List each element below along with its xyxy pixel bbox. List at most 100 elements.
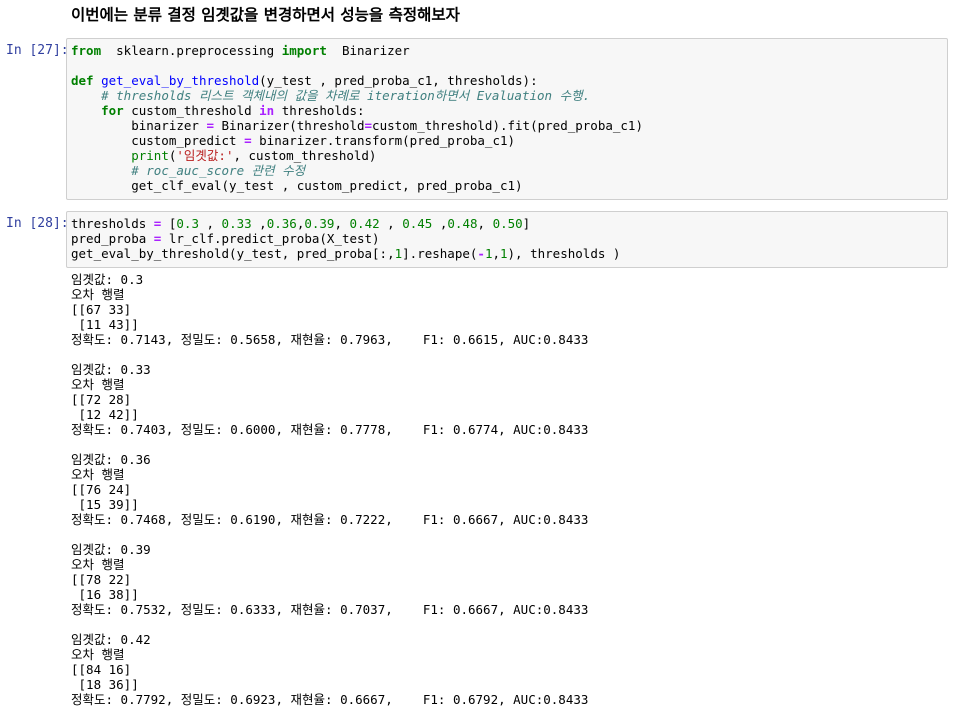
- output-threshold-line: 임곗값: 0.42: [71, 632, 151, 647]
- code-token: ,: [477, 216, 493, 231]
- code-token: 0.50: [492, 216, 523, 231]
- code-line: custom_predict = binarizer.transform(pre…: [71, 133, 943, 148]
- output-matrix-title: 오차 행렬: [71, 647, 125, 662]
- code-token: ,: [492, 246, 500, 261]
- code-token: sklearn.preprocessing: [101, 43, 282, 58]
- code-token: =: [364, 118, 373, 133]
- output-row2: [12 42]]: [71, 407, 139, 422]
- output-row1: [[84 16]: [71, 662, 132, 677]
- code-editor-28[interactable]: thresholds = [0.3 , 0.33 ,0.36,0.39, 0.4…: [67, 212, 947, 265]
- code-token: for: [101, 103, 124, 118]
- output-matrix-title: 오차 행렬: [71, 467, 125, 482]
- code-token: def: [71, 73, 94, 88]
- output-row2: [15 39]]: [71, 497, 139, 512]
- output-metrics: 정확도: 0.7532, 정밀도: 0.6333, 재현율: 0.7037, F…: [71, 602, 589, 617]
- threshold-result-block: 임곗값: 0.39 오차 행렬 [[78 22] [16 38]] 정확도: 0.75…: [71, 542, 588, 617]
- code-token: ,: [334, 216, 350, 231]
- code-token: ), thresholds ): [507, 246, 621, 261]
- code-line: for custom_threshold in thresholds:: [71, 103, 943, 118]
- code-token: from: [71, 43, 102, 58]
- code-token: =: [206, 118, 214, 133]
- output-matrix-title: 오차 행렬: [71, 557, 125, 572]
- code-token: 1: [394, 246, 403, 261]
- code-token: custom_predict: [71, 133, 245, 148]
- output-row2: [11 43]]: [71, 317, 139, 332]
- code-line: # thresholds 리스트 객체내의 값을 차례로 iteration하면…: [71, 88, 943, 103]
- code-token: , custom_threshold): [233, 148, 377, 163]
- output-threshold-line: 임곗값: 0.36: [71, 452, 151, 467]
- output-metrics: 정확도: 0.7468, 정밀도: 0.6190, 재현율: 0.7222, F…: [71, 512, 589, 527]
- code-token: print: [131, 148, 169, 163]
- code-token: custom_threshold).fit(pred_proba_c1): [372, 118, 643, 133]
- code-token: import: [281, 43, 327, 58]
- code-token: binarizer.transform(pred_proba_c1): [251, 133, 516, 148]
- code-token: ,: [379, 216, 403, 231]
- code-token: 0.3: [176, 216, 199, 231]
- code-token: get_clf_eval(y_test , custom_predict, pr…: [71, 178, 523, 193]
- code-token: '임곗값:': [176, 148, 234, 163]
- code-line: pred_proba = lr_clf.predict_proba(X_test…: [71, 231, 943, 246]
- code-line: get_eval_by_threshold(y_test, pred_proba…: [71, 246, 943, 261]
- output-matrix-title: 오차 행렬: [71, 377, 125, 392]
- code-token: ,: [432, 216, 448, 231]
- code-token: get_eval_by_threshold: [101, 73, 260, 88]
- code-token: # roc_auc_score 관련 수정: [131, 163, 306, 178]
- code-token: 0.48: [447, 216, 478, 231]
- cell-prompt-28: In [28]:: [6, 216, 69, 231]
- output-row1: [[72 28]: [71, 392, 132, 407]
- code-cell-27[interactable]: from sklearn.preprocessing import Binari…: [66, 38, 948, 200]
- cell-prompt-27: In [27]:: [6, 43, 69, 58]
- output-row1: [[76 24]: [71, 482, 132, 497]
- output-row1: [[78 22]: [71, 572, 132, 587]
- threshold-result-block: 임곗값: 0.3 오차 행렬 [[67 33] [11 43]] 정확도: 0.714…: [71, 272, 588, 347]
- code-editor-27[interactable]: from sklearn.preprocessing import Binari…: [67, 39, 947, 197]
- output-row2: [18 36]]: [71, 677, 139, 692]
- code-token: (y_test , pred_proba_c1, thresholds):: [259, 73, 538, 88]
- code-line: print('임곗값:', custom_threshold): [71, 148, 943, 163]
- threshold-result-block: 임곗값: 0.33 오차 행렬 [[72 28] [12 42]] 정확도: 0.74…: [71, 362, 588, 437]
- code-token: thresholds:: [274, 103, 365, 118]
- code-token: 0.39: [304, 216, 335, 231]
- code-token: binarizer: [71, 118, 207, 133]
- code-token: ]: [522, 216, 531, 231]
- output-threshold-line: 임곗값: 0.39: [71, 542, 151, 557]
- code-token: =: [244, 133, 252, 148]
- code-token: 0.33: [221, 216, 252, 231]
- code-token: thresholds: [71, 216, 154, 231]
- code-line: # roc_auc_score 관련 수정: [71, 163, 943, 178]
- code-token: in: [259, 103, 275, 118]
- output-row1: [[67 33]: [71, 302, 132, 317]
- markdown-heading: 이번에는 분류 결정 임곗값을 변경하면서 성능을 측정해보자: [71, 6, 460, 24]
- code-token: ,: [198, 216, 222, 231]
- code-line: binarizer = Binarizer(threshold=custom_t…: [71, 118, 943, 133]
- threshold-result-block: 임곗값: 0.42 오차 행렬 [[84 16] [18 36]] 정확도: 0.77…: [71, 632, 588, 707]
- output-threshold-line: 임곗값: 0.33: [71, 362, 151, 377]
- code-token: custom_threshold: [123, 103, 260, 118]
- code-token: 0.42: [349, 216, 380, 231]
- output-metrics: 정확도: 0.7143, 정밀도: 0.5658, 재현율: 0.7963, F…: [71, 332, 589, 347]
- code-token: [: [161, 216, 177, 231]
- code-line: from sklearn.preprocessing import Binari…: [71, 43, 943, 58]
- threshold-result-block: 임곗값: 0.36 오차 행렬 [[76 24] [15 39]] 정확도: 0.74…: [71, 452, 588, 527]
- code-token: # thresholds 리스트 객체내의 값을 차례로 iteration하면…: [101, 88, 591, 103]
- output-threshold-line: 임곗값: 0.3: [71, 272, 144, 287]
- code-line: thresholds = [0.3 , 0.33 ,0.36,0.39, 0.4…: [71, 216, 943, 231]
- code-token: ].reshape(: [402, 246, 478, 261]
- code-token: 0.45: [402, 216, 433, 231]
- output-metrics: 정확도: 0.7403, 정밀도: 0.6000, 재현율: 0.7778, F…: [71, 422, 589, 437]
- code-cell-28[interactable]: thresholds = [0.3 , 0.33 ,0.36,0.39, 0.4…: [66, 211, 948, 268]
- output-row2: [16 38]]: [71, 587, 139, 602]
- code-line: get_clf_eval(y_test , custom_predict, pr…: [71, 178, 943, 193]
- cell-output-28: 임곗값: 0.3 오차 행렬 [[67 33] [11 43]] 정확도: 0.714…: [71, 272, 588, 722]
- code-token: Binarizer: [326, 43, 410, 58]
- code-token: -: [477, 246, 485, 261]
- code-token: ,: [251, 216, 267, 231]
- code-token: 1: [500, 246, 508, 261]
- output-matrix-title: 오차 행렬: [71, 287, 125, 302]
